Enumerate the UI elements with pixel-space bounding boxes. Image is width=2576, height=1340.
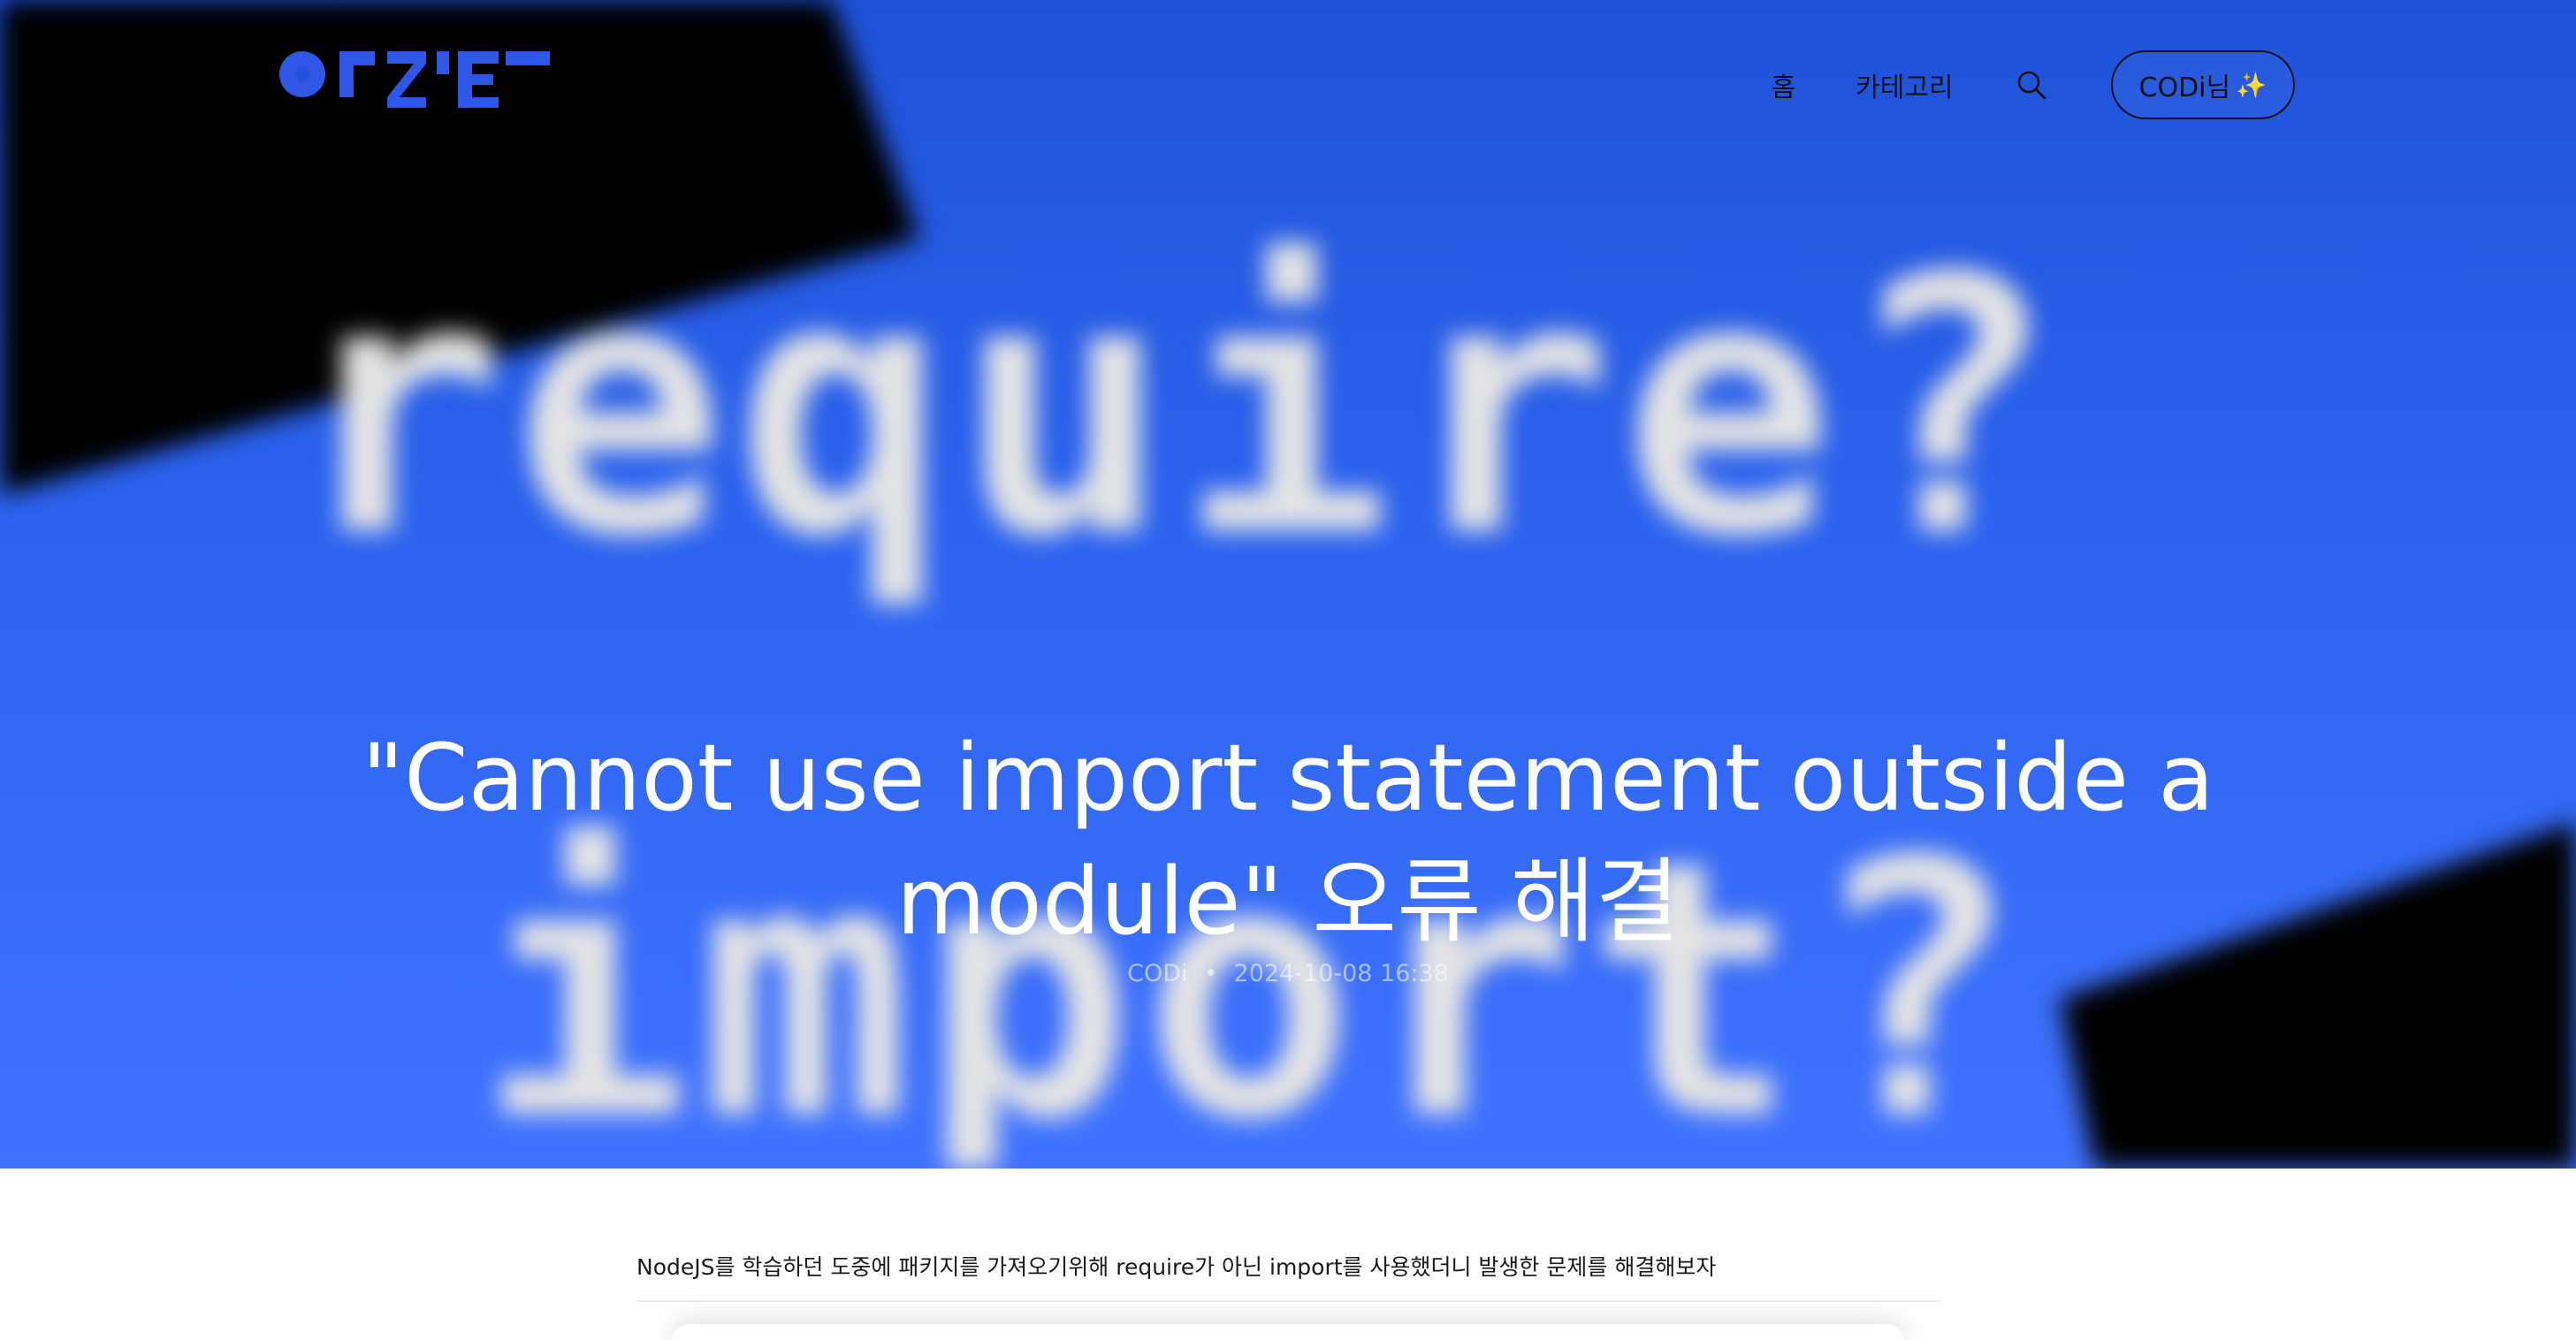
nav-category[interactable]: 카테고리: [1856, 65, 1953, 104]
post-date: 2024-10-08 16:38: [1233, 960, 1449, 987]
post-title: "Cannot use import statement outside a m…: [362, 724, 2214, 956]
post-author[interactable]: CODi: [1127, 960, 1187, 987]
content-card-edge: [672, 1324, 1904, 1340]
nav-home[interactable]: 홈: [1772, 65, 1796, 104]
hero-background-image: require? import?: [0, 0, 2576, 1169]
site-logo[interactable]: [278, 48, 552, 111]
user-button-label: CODi님: [2138, 72, 2231, 103]
sparkle-icon: ✨: [2236, 70, 2267, 100]
hero-banner: require? import? 홈 카테고리 CODi님 ✨ "Cannot …: [0, 0, 2576, 1169]
post-meta: CODi • 2024-10-08 16:38: [0, 960, 2576, 987]
logo-mark-icon: [279, 51, 550, 108]
search-icon[interactable]: [2014, 67, 2049, 103]
user-menu-button[interactable]: CODi님 ✨: [2110, 50, 2295, 119]
content-divider: [636, 1300, 1940, 1302]
main-nav: 홈 카테고리 CODi님 ✨: [1772, 49, 2295, 120]
hero-word-1: require?: [292, 203, 2066, 614]
meta-separator: •: [1203, 960, 1218, 987]
post-intro: NodeJS를 학습하던 도중에 패키지를 가져오기위해 require가 아닌…: [636, 1254, 1717, 1280]
